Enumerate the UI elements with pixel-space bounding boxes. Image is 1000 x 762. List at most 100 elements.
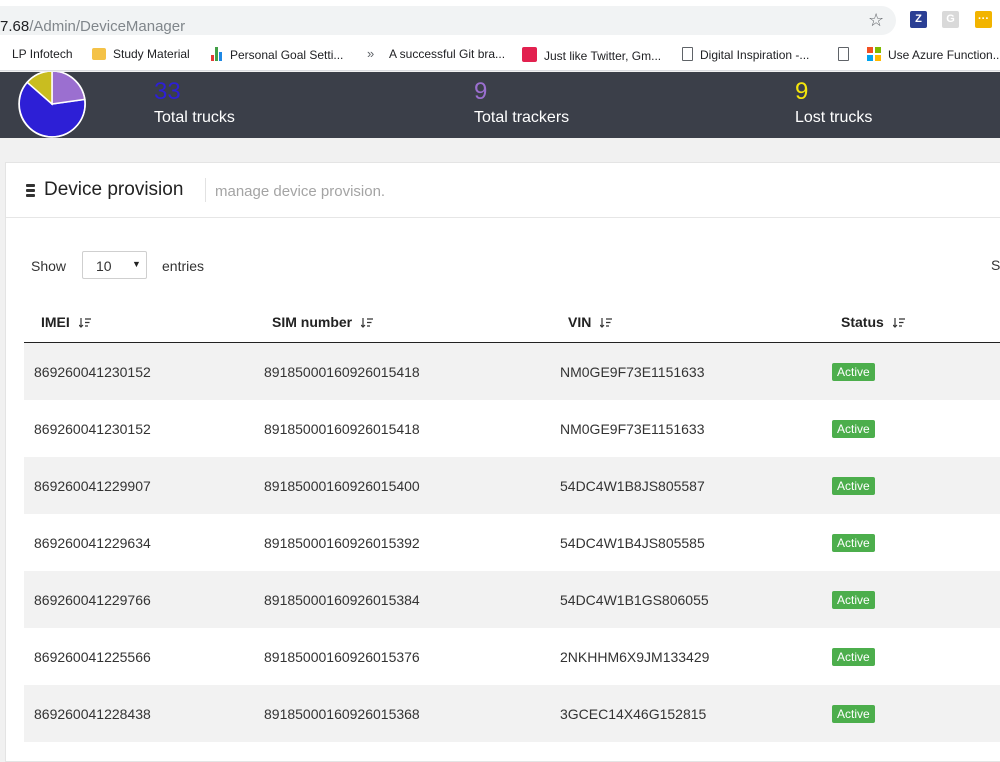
sort-icon (78, 315, 91, 331)
cell-vin: 54DC4W1B8JS805587 (560, 478, 705, 494)
site-icon (522, 47, 537, 62)
cell-vin: NM0GE9F73E1151633 (560, 421, 705, 437)
status-badge: Active (832, 477, 875, 495)
bookmark-study-material[interactable]: Study Material (92, 47, 190, 61)
column-label: VIN (568, 314, 592, 330)
panel-header: Device provision manage device provision… (6, 163, 1000, 218)
bookmark-label: LP Infotech (12, 47, 73, 61)
cell-sim: 89185000160926015400 (264, 478, 420, 494)
extension-menu-icon[interactable]: ··· (975, 11, 992, 28)
device-provision-panel: Device provision manage device provision… (5, 162, 1000, 762)
table-row[interactable]: 869260041225566 89185000160926015376 2NK… (24, 628, 1000, 685)
pie-slice-purple (51, 72, 86, 105)
search-label: S (991, 257, 1000, 273)
table-header: IMEI SIM number VIN Status (24, 294, 1000, 343)
column-header-sim[interactable]: SIM number (272, 314, 374, 331)
status-badge: Active (832, 705, 875, 723)
stat-lost-trucks: 9 Lost trucks (795, 80, 872, 127)
status-badge: Active (832, 420, 875, 438)
title-divider (205, 178, 206, 202)
cell-vin: 3GCEC14X46G152815 (560, 706, 707, 722)
bookmark-label: A successful Git bra... (389, 47, 506, 61)
sort-icon (360, 315, 374, 331)
stat-label: Total trackers (474, 109, 570, 126)
cell-imei: 869260041230152 (34, 364, 151, 380)
table-row[interactable]: 869260041229907 89185000160926015400 54D… (24, 457, 1000, 514)
entries-label: entries (162, 258, 205, 274)
page-title: Device provision (44, 179, 184, 200)
bookmark-twitter-gmail[interactable]: Just like Twitter, Gm... (522, 47, 661, 63)
bookmark-label: Use Azure Function... (888, 48, 1000, 62)
extension-z-icon[interactable]: Z (910, 11, 927, 28)
bookmarks-bar: LP Infotech Study Material Personal Goal… (0, 40, 1000, 71)
stack-icon (26, 184, 35, 197)
page-size-value: 10 (96, 258, 112, 274)
table-row[interactable]: 869260041229766 89185000160926015384 54D… (24, 571, 1000, 628)
status-badge: Active (832, 534, 875, 552)
sort-icon (599, 315, 613, 331)
bars-icon (211, 47, 223, 61)
table-row[interactable]: 869260041228438 89185000160926015368 3GC… (24, 685, 1000, 742)
column-label: SIM number (272, 314, 353, 330)
page-icon (682, 47, 693, 61)
url-host: 7.68 (0, 18, 30, 35)
cell-sim: 89185000160926015392 (264, 535, 420, 551)
bookmark-git-branching[interactable]: A successful Git bra... (389, 47, 505, 61)
cell-sim: 89185000160926015418 (264, 421, 420, 437)
bookmark-lp-infotech[interactable]: LP Infotech (0, 47, 73, 61)
cell-imei: 869260041228438 (34, 706, 151, 722)
stat-label: Lost trucks (795, 109, 873, 126)
page-subtitle: manage device provision. (215, 183, 386, 200)
page-icon (838, 47, 849, 61)
microsoft-icon (867, 47, 881, 61)
cell-vin: 2NKHHM6X9JM133429 (560, 649, 710, 665)
column-header-status[interactable]: Status (841, 314, 905, 331)
column-header-imei[interactable]: IMEI (41, 314, 91, 331)
sort-icon (892, 315, 905, 331)
cell-imei: 869260041229766 (34, 592, 151, 608)
cell-sim: 89185000160926015384 (264, 592, 420, 608)
stat-value: 9 (474, 78, 488, 105)
bookmark-label: Digital Inspiration -... (700, 48, 810, 62)
table-row[interactable]: 869260041230152 89185000160926015418 NM0… (24, 343, 1000, 400)
cell-vin: 54DC4W1B4JS805585 (560, 535, 705, 551)
folder-icon (92, 48, 106, 60)
show-label: Show (31, 258, 67, 274)
extension-g-icon[interactable]: G (942, 11, 959, 28)
trucks-pie-chart (18, 72, 86, 138)
status-badge: Active (832, 648, 875, 666)
stat-value: 9 (795, 78, 809, 105)
bookmark-digital-inspiration[interactable]: Digital Inspiration -... (682, 47, 809, 62)
column-label: Status (841, 314, 884, 330)
stat-total-trackers: 9 Total trackers (474, 80, 569, 127)
devices-table: IMEI SIM number VIN Status 8692600412301… (24, 294, 1000, 742)
table-row[interactable]: 869260041229634 89185000160926015392 54D… (24, 514, 1000, 571)
bookmark-personal-goal[interactable]: Personal Goal Setti... (211, 47, 343, 62)
stat-label: Total trucks (154, 109, 235, 126)
table-row[interactable]: 869260041230152 89185000160926015418 NM0… (24, 400, 1000, 457)
stat-value: 33 (154, 78, 181, 105)
url-path: /Admin/DeviceManager (29, 18, 186, 35)
column-header-vin[interactable]: VIN (568, 314, 613, 331)
cell-imei: 869260041229634 (34, 535, 151, 551)
column-label: IMEI (41, 314, 70, 330)
cell-sim: 89185000160926015418 (264, 364, 420, 380)
chevron-more-icon[interactable]: » (367, 46, 374, 61)
bookmark-azure-function[interactable]: Use Azure Function... (867, 47, 1000, 62)
cell-imei: 869260041225566 (34, 649, 151, 665)
bookmark-star-icon[interactable]: ☆ (868, 10, 884, 31)
bookmark-label: Just like Twitter, Gm... (544, 49, 662, 63)
browser-toolbar: 7.68/Admin/DeviceManager ☆ Z G ··· (0, 0, 1000, 40)
cell-vin: NM0GE9F73E1151633 (560, 364, 705, 380)
cell-imei: 869260041230152 (34, 421, 151, 437)
bookmark-label: Study Material (113, 47, 190, 61)
cell-sim: 89185000160926015376 (264, 649, 420, 665)
bookmark-label: Personal Goal Setti... (230, 48, 344, 62)
bookmark-blank-page[interactable] (838, 47, 856, 62)
cell-sim: 89185000160926015368 (264, 706, 420, 722)
caret-down-icon: ▼ (132, 259, 141, 269)
status-badge: Active (832, 363, 875, 381)
stats-header: 33 Total trucks 9 Total trackers 9 Lost … (0, 72, 1000, 138)
address-bar[interactable]: 7.68/Admin/DeviceManager (0, 6, 896, 35)
stat-total-trucks: 33 Total trucks (154, 80, 235, 127)
